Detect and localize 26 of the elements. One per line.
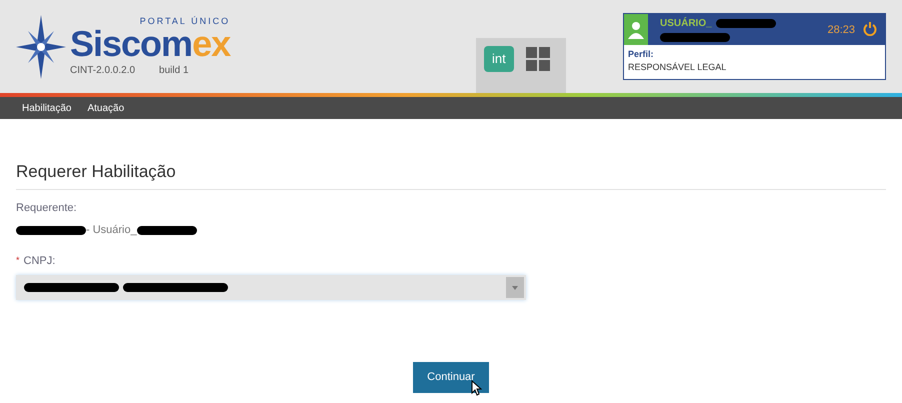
- grid-icon[interactable]: [526, 47, 550, 71]
- mouse-cursor-icon: [471, 380, 482, 396]
- continue-button[interactable]: Continuar: [413, 362, 489, 393]
- power-icon[interactable]: [863, 22, 877, 36]
- logo-tagline: PORTAL ÚNICO: [140, 17, 230, 26]
- redaction-mark: [716, 19, 776, 28]
- logo-wordmark-accent: ex: [192, 26, 230, 62]
- nav-link[interactable]: Atuação: [87, 100, 124, 116]
- build-text: build 1: [159, 66, 188, 76]
- requester-value: - Usuário_: [86, 223, 137, 238]
- redaction-mark: [660, 33, 730, 42]
- cnpj-select[interactable]: [16, 275, 526, 300]
- user-label: USUÁRIO_: [660, 16, 712, 31]
- nav-link[interactable]: Habilitação: [22, 100, 72, 116]
- version-text: CINT-2.0.0.2.0: [70, 66, 136, 76]
- profile-label: Perfil:: [628, 48, 655, 61]
- session-timer: 28:23: [827, 23, 855, 38]
- logo-wordmark: Siscom: [70, 26, 192, 62]
- required-mark: *: [16, 254, 20, 267]
- redaction-mark: [16, 226, 86, 235]
- profile-value: RESPONSÁVEL LEGAL: [628, 61, 728, 74]
- cnpj-label: CNPJ:: [24, 254, 56, 268]
- requester-label: Requerente:: [16, 200, 78, 216]
- star-logo-icon: [16, 14, 66, 78]
- page-title: Requerer Habilitação: [16, 161, 177, 183]
- redaction-mark: [136, 226, 197, 235]
